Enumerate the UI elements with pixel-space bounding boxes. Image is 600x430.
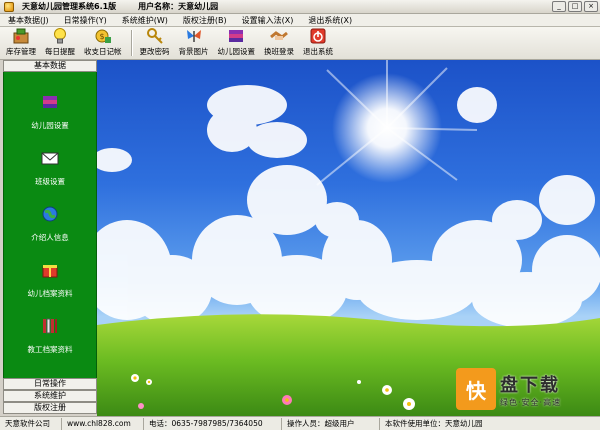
lightbulb-icon bbox=[51, 27, 69, 45]
watermark-main-text: 盘下载 bbox=[500, 374, 560, 396]
watermark-sub-text: 绿色·安全·高速 bbox=[500, 397, 562, 407]
toolbar-label: 幼儿园设置 bbox=[217, 47, 256, 56]
sidebar-item-label: 教工档案资料 bbox=[27, 345, 73, 354]
toolbar-separator bbox=[130, 30, 132, 56]
close-button[interactable]: × bbox=[584, 1, 598, 12]
sidebar-item-label: 幼儿园设置 bbox=[31, 121, 69, 130]
handshake-icon bbox=[270, 27, 288, 45]
sidebar-category-daily-ops[interactable]: 日常操作 bbox=[3, 378, 97, 390]
toolbar-label: 库存管理 bbox=[6, 47, 36, 56]
money-icon: $ bbox=[94, 27, 112, 45]
envelope-icon bbox=[41, 152, 59, 165]
download-site-watermark: 快 盘下载 绿色·安全·高速 bbox=[456, 364, 596, 414]
sidebar-item-kindergarten-settings[interactable]: 幼儿园设置 bbox=[4, 92, 96, 131]
status-website: www.chl828.com bbox=[62, 417, 144, 430]
sidebar: 基本数据 幼儿园设置 班级设置 介绍人信息 幼儿档案资料 教工档案资料 日常操作… bbox=[3, 60, 97, 416]
exit-system-button[interactable]: 退出系统 bbox=[303, 27, 333, 59]
menu-copyright-register[interactable]: 版权注册(B) bbox=[183, 15, 227, 26]
sky-meadow-image bbox=[97, 60, 600, 416]
sidebar-header-basic-data[interactable]: 基本数据 bbox=[3, 60, 97, 72]
daily-reminder-button[interactable]: 每日提醒 bbox=[45, 27, 75, 59]
toolbar-label: 换班登录 bbox=[264, 47, 294, 56]
sidebar-category-system-maintenance[interactable]: 系统维护 bbox=[3, 390, 97, 402]
maximize-button[interactable]: □ bbox=[568, 1, 582, 12]
svg-text:$: $ bbox=[99, 32, 104, 41]
status-operator: 操作人员：超级用户 bbox=[282, 417, 380, 430]
power-icon bbox=[309, 27, 327, 45]
toolbar-label: 背景图片 bbox=[178, 47, 209, 56]
books-icon bbox=[43, 96, 57, 108]
sidebar-item-class-settings[interactable]: 班级设置 bbox=[4, 148, 96, 187]
toolbar-label: 更改密码 bbox=[139, 47, 170, 56]
toolbar-label: 每日提醒 bbox=[45, 47, 75, 56]
bookshelf-icon bbox=[43, 318, 57, 334]
inventory-icon bbox=[12, 27, 30, 45]
user-name-label: 用户名称：天意幼儿园 bbox=[138, 2, 219, 11]
sidebar-item-label: 介绍人信息 bbox=[31, 233, 69, 242]
toolbar-label: 收支日记帐 bbox=[84, 47, 122, 56]
status-bar: 天意软件公司 www.chl828.com 电话：0635-7987985/73… bbox=[0, 416, 600, 430]
butterfly-icon bbox=[185, 27, 203, 45]
sidebar-category-copyright-register[interactable]: 版权注册 bbox=[3, 402, 97, 414]
sidebar-item-label: 班级设置 bbox=[35, 177, 65, 186]
sidebar-item-label: 幼儿档案资料 bbox=[27, 289, 73, 298]
gift-icon bbox=[42, 265, 58, 278]
sidebar-item-introducer-info[interactable]: 介绍人信息 bbox=[4, 204, 96, 243]
status-licensee: 本软件使用单位：天意幼儿园 bbox=[385, 418, 483, 428]
globe-icon bbox=[42, 206, 58, 222]
background-image-button[interactable]: 背景图片 bbox=[179, 27, 209, 59]
menu-exit[interactable]: 退出系统(X) bbox=[308, 15, 352, 26]
title-bar: 天意幼儿园管理系统6.1版 用户名称：天意幼儿园 _ □ × bbox=[0, 0, 600, 14]
kindergarten-settings-button[interactable]: 幼儿园设置 bbox=[217, 27, 256, 59]
background-image: 快 盘下载 绿色·安全·高速 bbox=[97, 60, 600, 416]
menu-daily-ops[interactable]: 日常操作(Y) bbox=[64, 15, 107, 26]
sidebar-item-staff-records[interactable]: 教工档案资料 bbox=[4, 316, 96, 355]
sidebar-panel: 幼儿园设置 班级设置 介绍人信息 幼儿档案资料 教工档案资料 bbox=[3, 72, 97, 378]
app-icon bbox=[4, 1, 14, 12]
menu-basic-data[interactable]: 基本数据(J) bbox=[8, 15, 49, 26]
menu-bar: 基本数据(J) 日常操作(Y) 系统维护(W) 版权注册(B) 设置输入法(X)… bbox=[0, 14, 600, 27]
books-icon bbox=[227, 27, 245, 45]
inventory-button[interactable]: 库存管理 bbox=[6, 27, 36, 59]
sidebar-item-child-records[interactable]: 幼儿档案资料 bbox=[4, 260, 96, 299]
shift-login-button[interactable]: 换班登录 bbox=[264, 27, 294, 59]
menu-input-method[interactable]: 设置输入法(X) bbox=[242, 15, 294, 26]
status-company: 天意软件公司 bbox=[0, 417, 62, 430]
watermark-logo: 快 bbox=[456, 368, 496, 410]
toolbar-label: 退出系统 bbox=[303, 47, 333, 56]
status-phone: 电话：0635-7987985/7364050 bbox=[144, 417, 282, 430]
key-icon bbox=[146, 27, 164, 45]
change-password-button[interactable]: 更改密码 bbox=[140, 27, 170, 59]
ledger-button[interactable]: $ 收支日记帐 bbox=[84, 27, 122, 59]
window-title: 天意幼儿园管理系统6.1版 bbox=[22, 2, 117, 11]
menu-system-maintenance[interactable]: 系统维护(W) bbox=[122, 15, 168, 26]
toolbar: 库存管理 每日提醒 $ 收支日记帐 更改密码 背景图片 幼儿园设置 换班登录 退… bbox=[0, 27, 600, 60]
minimize-button[interactable]: _ bbox=[552, 1, 566, 12]
